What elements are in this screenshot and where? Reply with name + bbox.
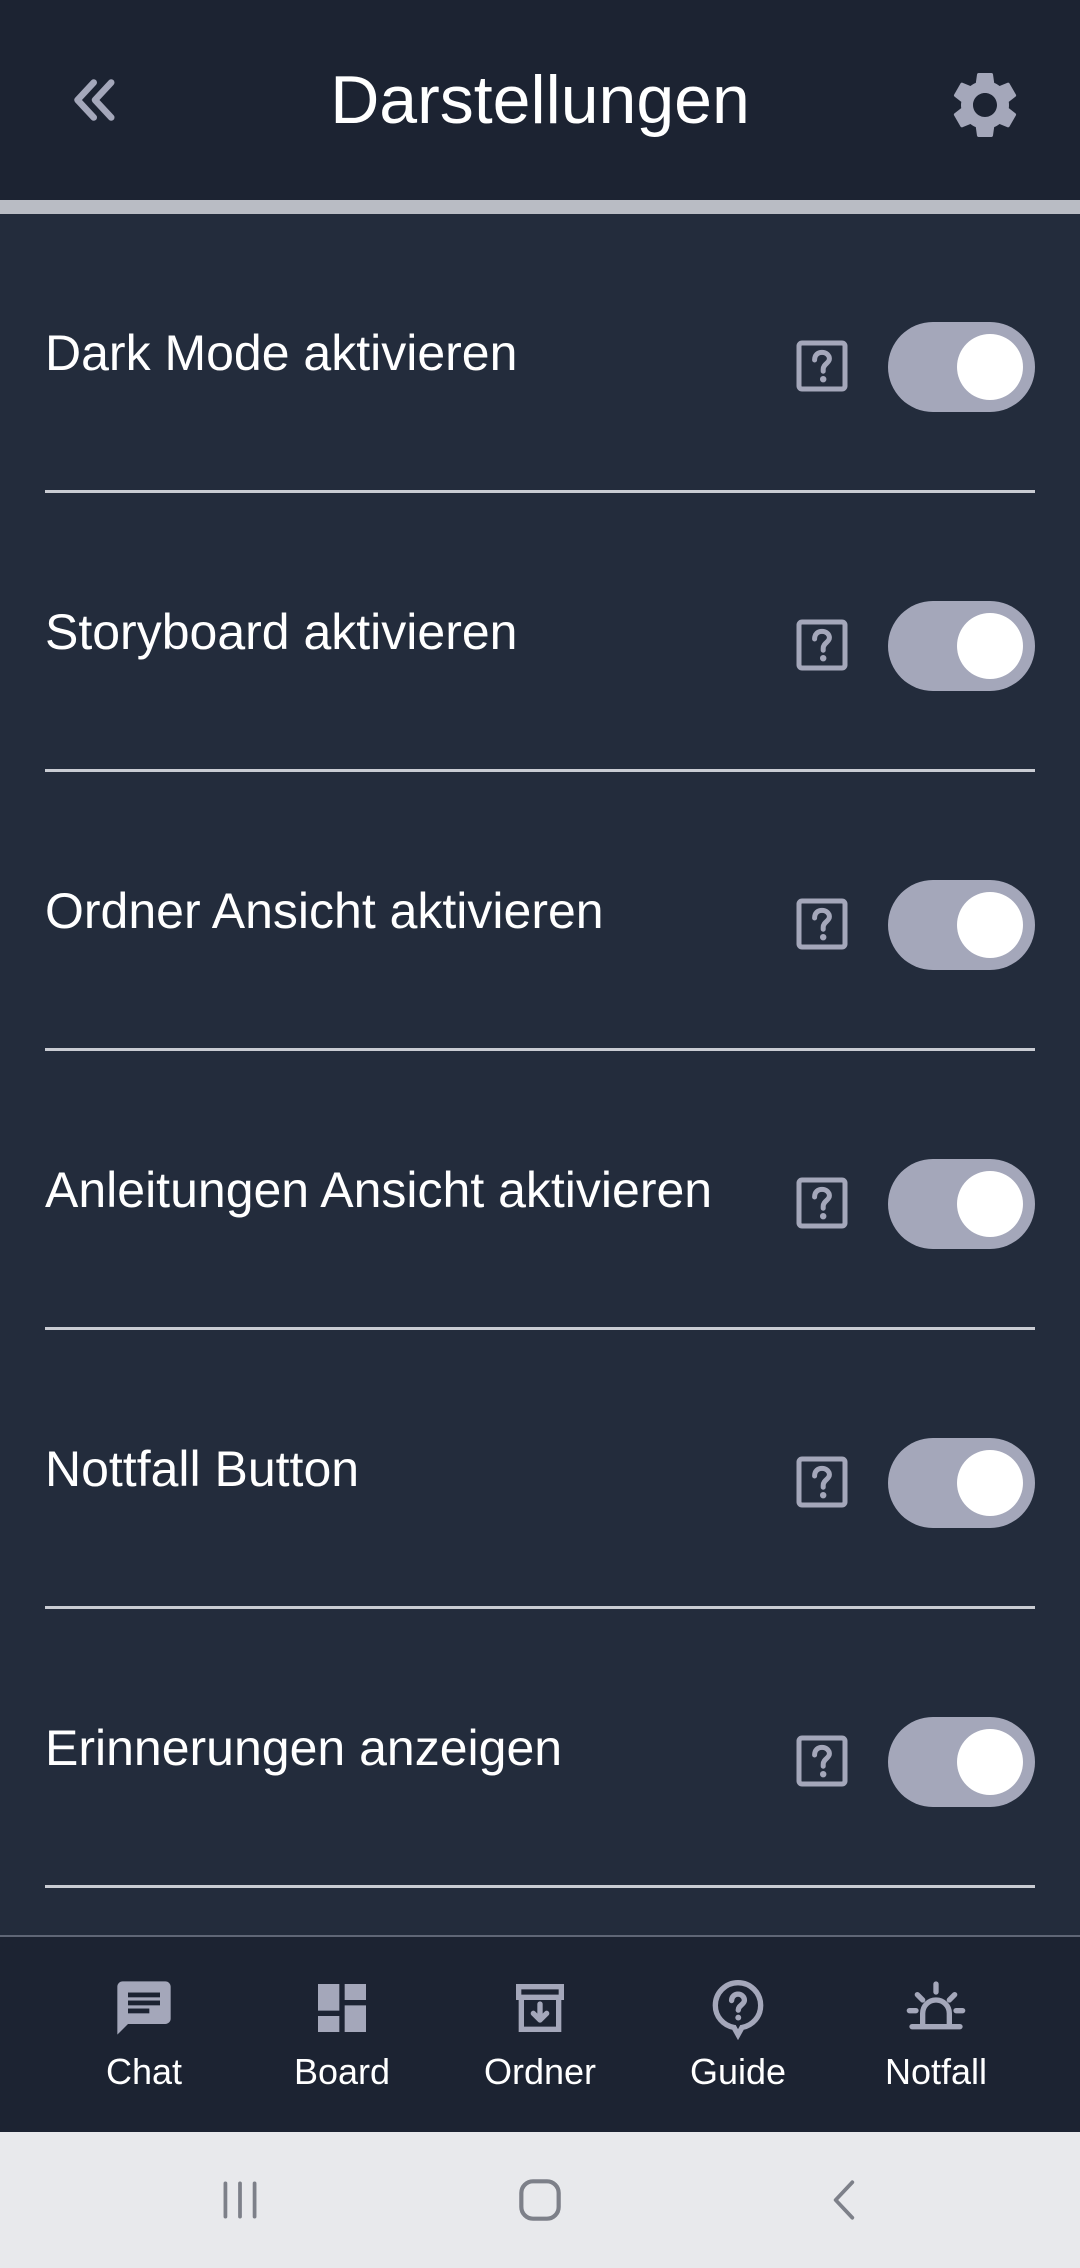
header-divider (0, 200, 1080, 214)
bottom-navigation: Chat Board Ordner Guide Notfall (0, 1935, 1080, 2132)
toggle-knob (957, 1729, 1023, 1795)
dashboard-icon (318, 1984, 366, 2032)
storyboard-toggle[interactable] (888, 601, 1035, 691)
help-icon[interactable] (796, 1735, 848, 1787)
page-title: Darstellungen (330, 62, 750, 138)
gear-icon (953, 72, 1017, 137)
nav-label: Ordner (483, 2051, 597, 2092)
nav-label: Chat (105, 2051, 183, 2092)
nav-item-emergency[interactable]: Notfall (837, 1937, 1035, 2132)
nav-item-guide[interactable]: Guide (639, 1937, 837, 2132)
setting-label: Storyboard aktivieren (45, 604, 518, 660)
archive-icon (516, 1984, 564, 2032)
setting-row-dark-mode: Dark Mode aktivieren (0, 214, 1080, 493)
help-icon[interactable] (796, 1456, 848, 1508)
folder-view-toggle[interactable] (888, 880, 1035, 970)
setting-label: Erinnerungen anzeigen (45, 1720, 563, 1776)
toggle-knob (957, 892, 1023, 958)
back-icon (833, 2180, 855, 2220)
toggle-knob (957, 334, 1023, 400)
setting-label: Ordner Ansicht aktivieren (45, 883, 604, 939)
chat-icon (117, 1981, 171, 2035)
help-icon[interactable] (796, 340, 848, 392)
setting-row-emergency-button: Nottfall Button (0, 1330, 1080, 1609)
emergency-button-toggle[interactable] (888, 1438, 1035, 1528)
header-bar: Darstellungen (0, 0, 1080, 200)
recent-apps-icon (223, 2181, 257, 2219)
toggle-knob (957, 1450, 1023, 1516)
nav-label: Board (293, 2051, 391, 2092)
system-back-button[interactable] (805, 2160, 885, 2240)
system-navigation-bar (0, 2132, 1080, 2268)
toggle-knob (957, 1171, 1023, 1237)
dark-mode-toggle[interactable] (888, 322, 1035, 412)
back-button[interactable] (50, 55, 140, 145)
setting-row-folder-view: Ordner Ansicht aktivieren (0, 772, 1080, 1051)
alarm-light-icon (906, 1981, 966, 2030)
home-icon (519, 2179, 561, 2221)
recent-apps-button[interactable] (200, 2160, 280, 2240)
double-chevron-left-icon (74, 79, 115, 121)
setting-label: Nottfall Button (45, 1441, 360, 1497)
help-icon[interactable] (796, 898, 848, 950)
setting-row-storyboard: Storyboard aktivieren (0, 493, 1080, 772)
nav-item-chat[interactable]: Chat (45, 1937, 243, 2132)
nav-item-folder[interactable]: Ordner (441, 1937, 639, 2132)
nav-label: Notfall (884, 2051, 988, 2092)
settings-button[interactable] (935, 55, 1035, 155)
nav-label: Guide (689, 2051, 787, 2092)
setting-row-reminders: Erinnerungen anzeigen (0, 1609, 1080, 1888)
row-divider (45, 1885, 1035, 1888)
reminders-toggle[interactable] (888, 1717, 1035, 1807)
app-screen: Darstellungen Dark Mode aktivieren Story… (0, 0, 1080, 2268)
help-icon[interactable] (796, 1177, 848, 1229)
help-icon[interactable] (796, 619, 848, 671)
home-button[interactable] (500, 2160, 580, 2240)
setting-label: Dark Mode aktivieren (45, 325, 518, 381)
toggle-knob (957, 613, 1023, 679)
setting-row-guide-view: Anleitungen Ansicht aktivieren (0, 1051, 1080, 1330)
guide-view-toggle[interactable] (888, 1159, 1035, 1249)
nav-item-board[interactable]: Board (243, 1937, 441, 2132)
setting-label: Anleitungen Ansicht aktivieren (45, 1162, 713, 1218)
help-circle-icon (712, 1979, 764, 2040)
